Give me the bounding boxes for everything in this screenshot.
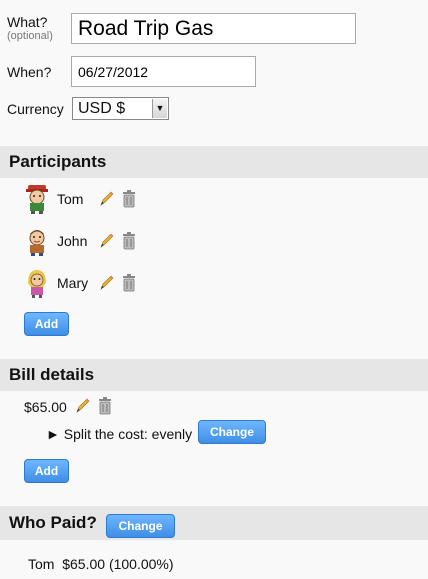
what-label: What? (optional) bbox=[7, 14, 53, 42]
split-description: ► Split the cost: evenly bbox=[46, 426, 193, 442]
chevron-down-icon[interactable]: ▼ bbox=[152, 99, 167, 118]
trash-icon[interactable] bbox=[121, 232, 137, 250]
who-paid-title: Who Paid? bbox=[9, 513, 97, 532]
who-paid-header: Who Paid? bbox=[0, 506, 428, 540]
currency-value: USD $ bbox=[78, 100, 126, 117]
avatar bbox=[29, 230, 45, 256]
trash-icon[interactable] bbox=[121, 274, 137, 292]
change-split-button[interactable]: Change bbox=[198, 420, 266, 444]
avatar bbox=[26, 185, 48, 214]
payer-summary: Tom $65.00 (100.00%) bbox=[28, 556, 174, 572]
participant-name: Mary bbox=[57, 275, 89, 291]
participants-header: Participants bbox=[0, 146, 428, 178]
add-bill-button[interactable]: Add bbox=[24, 459, 69, 483]
currency-select[interactable]: USD $ ▼ bbox=[72, 97, 169, 120]
bill-details-header: Bill details bbox=[0, 359, 428, 391]
currency-label: Currency bbox=[7, 101, 64, 117]
participant-name: John bbox=[57, 233, 88, 249]
bill-amount: $65.00 bbox=[24, 399, 67, 415]
trash-icon[interactable] bbox=[97, 397, 113, 415]
change-payer-button[interactable]: Change bbox=[106, 514, 175, 538]
what-optional-label: (optional) bbox=[7, 30, 53, 42]
when-input[interactable] bbox=[71, 56, 256, 87]
pencil-icon[interactable] bbox=[98, 232, 114, 250]
participants-title: Participants bbox=[9, 152, 107, 171]
what-label-text: What? bbox=[7, 14, 48, 30]
what-input[interactable] bbox=[71, 13, 356, 44]
add-participant-button[interactable]: Add bbox=[24, 312, 69, 336]
pencil-icon[interactable] bbox=[98, 190, 114, 208]
pencil-icon[interactable] bbox=[98, 274, 114, 292]
participant-name: Tom bbox=[57, 191, 84, 207]
pencil-icon[interactable] bbox=[74, 397, 90, 415]
when-label: When? bbox=[7, 64, 52, 80]
trash-icon[interactable] bbox=[121, 190, 137, 208]
bill-details-title: Bill details bbox=[9, 365, 95, 384]
avatar bbox=[28, 270, 46, 298]
